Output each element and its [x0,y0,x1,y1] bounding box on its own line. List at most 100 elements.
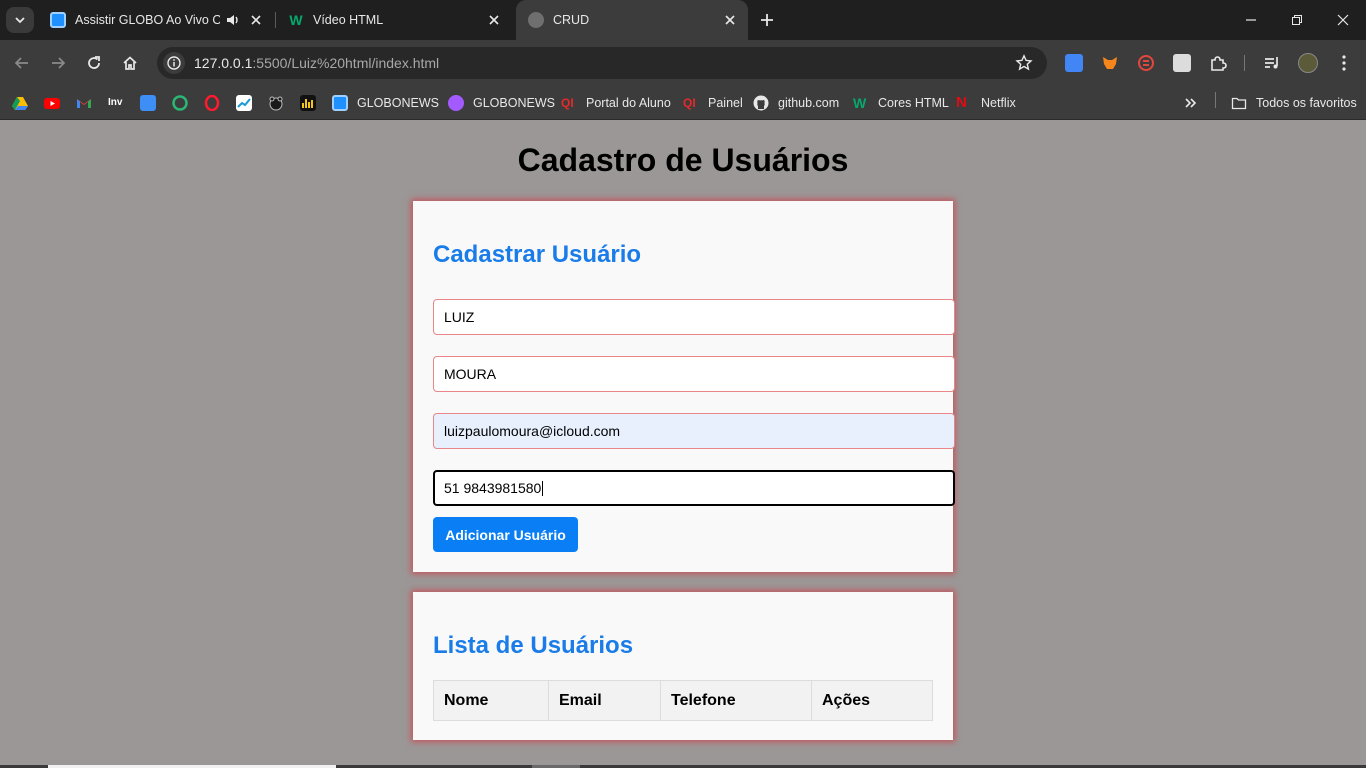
column-header-name: Nome [433,680,549,721]
github-icon [753,95,769,111]
browser-toolbar: 127.0.0.1:5500/Luiz%20html/index.html [0,40,1366,86]
tab-title: Assistir GLOBO Ao Vivo Onl [75,13,220,27]
tab-title: CRUD [553,13,590,27]
bookmark-star-icon[interactable] [1015,54,1033,72]
youtube-icon[interactable] [44,92,60,114]
bookmark-label: github.com [778,96,840,110]
all-bookmarks-button[interactable]: Todos os favoritos [1231,92,1357,114]
chevron-double-right-icon [1185,98,1197,108]
bookmark-netflix[interactable]: N Netflix [956,92,1016,114]
w3schools-icon: W [289,12,303,28]
arrow-right-icon [52,57,66,69]
minimize-icon [1246,19,1256,21]
email-input[interactable]: luizpaulomoura@icloud.com [433,413,955,449]
globe-icon [528,12,544,28]
bookmark-cores-html[interactable]: W Cores HTML [853,92,949,114]
tab-crud[interactable]: CRUD [516,0,748,40]
restore-icon [1292,15,1302,25]
bookmark-label: Portal do Aluno [586,96,671,110]
tv-icon [50,12,66,28]
bookmark-label: Netflix [981,96,1016,110]
kebab-menu-icon[interactable] [1334,53,1354,73]
list-heading: Lista de Usuários [433,632,634,659]
video-icon[interactable] [140,92,156,114]
first-name-input[interactable]: LUIZ [433,299,955,335]
minimize-button[interactable] [1243,12,1259,28]
w3schools-icon: W [853,95,867,111]
url-host: 127.0.0.1 [194,55,253,71]
toolbar-separator [1244,55,1245,71]
hand-extension-icon[interactable] [1172,53,1192,73]
opera-icon[interactable] [204,92,220,114]
form-heading: Cadastrar Usuário [433,241,642,268]
browser-tab-strip: Assistir GLOBO Ao Vivo Onl W Vídeo HTML … [0,0,1366,40]
url-path: :5500/Luiz%20html/index.html [252,55,440,71]
globo-icon [448,95,464,111]
close-icon [1337,14,1349,26]
back-button[interactable] [12,53,32,73]
column-header-email: Email [548,680,661,721]
shield-extension-icon[interactable] [1136,53,1156,73]
portal-icon: QI [561,96,574,110]
add-user-button[interactable]: Adicionar Usuário [433,517,578,552]
bookmarks-separator [1215,92,1216,108]
users-table: Nome Email Telefone Ações [433,680,933,721]
puzzle-icon[interactable] [1208,53,1228,73]
gmail-icon[interactable] [76,92,92,114]
media-control-icon[interactable] [1262,53,1282,73]
profile-avatar[interactable] [1298,53,1318,73]
close-tab-icon[interactable] [722,12,738,28]
register-user-card: Cadastrar Usuário LUIZ MOURA luizpaulomo… [413,201,955,572]
metamask-icon[interactable] [1100,53,1120,73]
tab-search-button[interactable] [6,7,34,33]
google-drive-icon[interactable] [12,92,28,114]
restore-button[interactable] [1289,12,1305,28]
close-tab-icon[interactable] [486,12,502,28]
last-name-input[interactable]: MOURA [433,356,955,392]
tab-video-html[interactable]: W Vídeo HTML [276,0,512,40]
column-header-actions: Ações [811,680,933,721]
ludo-icon[interactable] [300,92,316,114]
bookmark-label: GLOBONEWS [357,96,439,110]
all-bookmarks-label: Todos os favoritos [1256,96,1357,110]
arrow-left-icon [14,57,28,69]
page-viewport: Cadastro de Usuários Cadastrar Usuário L… [0,120,1366,768]
sesc-icon[interactable] [172,92,188,114]
speaker-icon[interactable] [225,12,241,31]
painel-icon: QI [683,96,696,110]
text-caret [542,480,544,496]
bookmark-globonews-1[interactable]: GLOBONEWS [332,92,439,114]
close-tab-icon[interactable] [248,12,264,28]
folder-icon [1231,97,1247,110]
bookmarks-bar: Inv GLOBONEWS GLOBONEWS QI Portal do Alu… [0,86,1366,120]
tab-globo[interactable]: Assistir GLOBO Ao Vivo Onl [38,0,274,40]
more-bookmarks-button[interactable] [1183,92,1197,114]
investing-icon[interactable]: Inv [108,92,124,114]
phone-input[interactable]: 51 9843981580 [433,470,955,506]
tab-title: Vídeo HTML [313,13,384,27]
address-bar[interactable]: 127.0.0.1:5500/Luiz%20html/index.html [157,47,1047,79]
google-translate-icon[interactable] [1064,53,1084,73]
netflix-icon: N [956,94,967,111]
chart-icon[interactable] [236,92,252,114]
reload-icon [88,56,100,69]
close-window-button[interactable] [1335,12,1351,28]
bookmark-github[interactable]: github.com [753,92,839,114]
chevron-down-icon [15,17,25,24]
bookmark-label: GLOBONEWS [473,96,555,110]
home-button[interactable] [120,53,140,73]
page-title: Cadastro de Usuários [517,142,849,178]
phone-value: 51 9843981580 [444,480,542,496]
bookmark-globonews-2[interactable]: GLOBONEWS [448,92,555,114]
user-list-card: Lista de Usuários Nome Email Telefone Aç… [413,592,953,740]
forward-button[interactable] [48,53,68,73]
column-header-phone: Telefone [660,680,812,721]
site-info-button[interactable] [163,52,185,74]
bookmark-painel[interactable]: QI Painel [683,92,743,114]
reload-button[interactable] [84,53,104,73]
tv-icon [332,95,348,111]
bookmark-portal-do-aluno[interactable]: QI Portal do Aluno [561,92,671,114]
url-text[interactable]: 127.0.0.1:5500/Luiz%20html/index.html [194,55,439,71]
new-tab-button[interactable] [757,10,777,30]
bear-icon[interactable] [268,92,284,114]
